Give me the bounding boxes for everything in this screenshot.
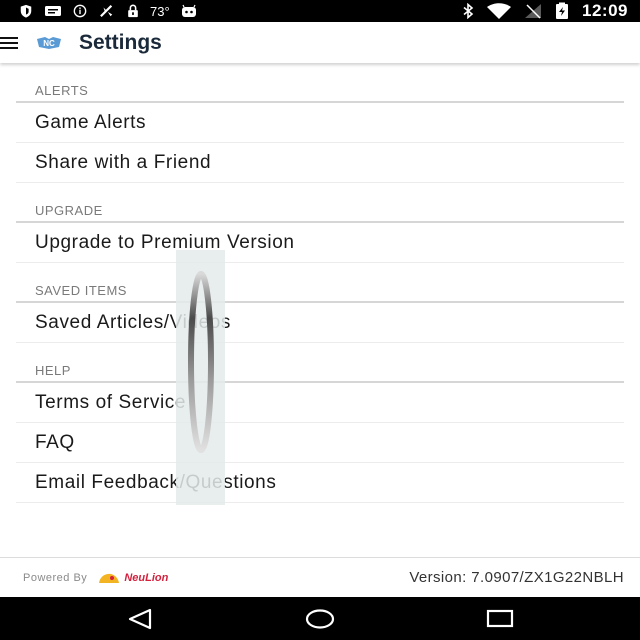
lock-icon xyxy=(128,4,138,18)
footer: Powered By NeuLion Version: 7.0907/ZX1G2… xyxy=(0,557,640,597)
settings-item-faq[interactable]: FAQ xyxy=(16,423,624,463)
settings-item-share-with-friend[interactable]: Share with a Friend xyxy=(16,143,624,183)
home-circle-icon[interactable] xyxy=(290,597,350,640)
status-bar: 73° 12:09 xyxy=(0,0,640,22)
battery-icon xyxy=(556,2,569,19)
wifi-icon xyxy=(487,3,512,19)
neulion-lion-icon xyxy=(99,573,120,583)
app-bar: NC Settings xyxy=(0,22,640,63)
temperature-text: 73° xyxy=(150,3,170,19)
section-header-saved-items: SAVED ITEMS xyxy=(16,263,624,303)
settings-item-email-feedback[interactable]: Email Feedback/Questions xyxy=(16,463,624,503)
page-title: Settings xyxy=(79,30,162,54)
message-icon xyxy=(45,6,61,16)
settings-list: ALERTS Game Alerts Share with a Friend U… xyxy=(16,63,624,503)
no-signal-icon xyxy=(525,4,542,19)
clock-text: 12:09 xyxy=(582,1,628,20)
svg-text:NC: NC xyxy=(43,39,55,48)
shield-icon xyxy=(20,4,32,18)
loading-spinner xyxy=(176,250,225,505)
info-icon xyxy=(73,4,87,18)
section-header-help: HELP xyxy=(16,343,624,383)
version-text: Version: 7.0907/ZX1G22NBLH xyxy=(409,569,624,586)
navigation-bar xyxy=(0,597,640,640)
section-header-upgrade: UPGRADE xyxy=(16,183,624,223)
bluetooth-icon xyxy=(463,3,474,19)
android-icon xyxy=(181,4,196,17)
settings-item-saved-articles[interactable]: Saved Articles/Videos xyxy=(16,303,624,343)
hamburger-icon[interactable] xyxy=(0,35,22,51)
section-header-alerts: ALERTS xyxy=(16,63,624,103)
spinner-ring-icon xyxy=(188,271,214,453)
back-triangle-icon[interactable] xyxy=(110,597,170,640)
settings-item-upgrade-premium[interactable]: Upgrade to Premium Version xyxy=(16,223,624,263)
settings-item-terms-of-service[interactable]: Terms of Service xyxy=(16,383,624,423)
settings-item-game-alerts[interactable]: Game Alerts xyxy=(16,103,624,143)
fan-icon xyxy=(100,4,113,18)
team-logo-icon: NC xyxy=(37,36,61,49)
powered-by-text: Powered By xyxy=(23,571,88,584)
recents-square-icon[interactable] xyxy=(470,597,530,640)
neulion-logo: NeuLion xyxy=(97,571,168,585)
